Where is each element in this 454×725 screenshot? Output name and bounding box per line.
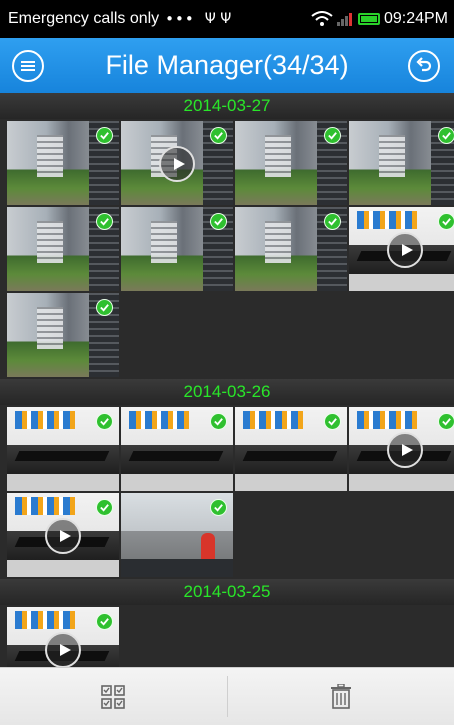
photo-thumbnail[interactable] (235, 407, 347, 491)
select-all-button[interactable] (0, 668, 227, 725)
play-icon (387, 232, 423, 268)
undo-icon (416, 57, 432, 72)
date-header: 2014-03-27 (0, 93, 454, 119)
check-icon (96, 413, 113, 430)
check-icon (324, 413, 341, 430)
delete-button[interactable] (228, 668, 454, 725)
video-thumbnail[interactable] (349, 207, 454, 291)
battery-icon (357, 13, 380, 25)
file-list: 2014-03-27 2014-03-26 2014-03-25 (0, 93, 454, 667)
play-icon (387, 432, 423, 468)
status-bar: Emergency calls only ••• Ψ Ψ 09:24PM (0, 0, 454, 38)
page-title: File Manager(34/34) (105, 50, 349, 80)
check-icon (438, 413, 454, 430)
usb-icon: Ψ Ψ (204, 11, 232, 27)
clock: 09:24PM (383, 10, 448, 27)
menu-button[interactable] (12, 50, 44, 82)
photo-thumbnail[interactable] (7, 121, 119, 205)
photo-thumbnail[interactable] (235, 121, 347, 205)
check-icon (96, 613, 113, 630)
check-icon (324, 127, 341, 144)
check-icon (210, 213, 227, 230)
photo-thumbnail[interactable] (349, 121, 454, 205)
date-header: 2014-03-25 (0, 579, 454, 605)
check-icon (96, 127, 113, 144)
video-thumbnail[interactable] (349, 407, 454, 491)
carrier-text: Emergency calls only (8, 10, 160, 27)
check-icon (210, 127, 227, 144)
photo-thumbnail[interactable] (121, 493, 233, 577)
trash-icon (330, 683, 351, 709)
video-thumbnail[interactable] (121, 121, 233, 205)
photo-thumbnail[interactable] (7, 207, 119, 291)
video-thumbnail[interactable] (7, 493, 119, 577)
menu-icon (21, 61, 35, 71)
bottom-toolbar (0, 667, 454, 725)
play-icon (45, 518, 81, 554)
photo-thumbnail[interactable] (235, 207, 347, 291)
photo-thumbnail[interactable] (121, 407, 233, 491)
thumbnail-grid (0, 119, 454, 379)
back-button[interactable] (408, 50, 440, 82)
select-all-grid-icon (101, 684, 126, 709)
check-icon (438, 213, 454, 230)
photo-thumbnail[interactable] (121, 207, 233, 291)
photo-thumbnail[interactable] (7, 407, 119, 491)
title-bar: File Manager(34/34) (0, 38, 454, 93)
thumbnail-grid (0, 405, 454, 579)
wifi-icon (311, 11, 333, 26)
check-icon (324, 213, 341, 230)
check-icon (438, 127, 454, 144)
play-icon (159, 146, 195, 182)
notification-dots: ••• (165, 10, 195, 28)
check-icon (210, 499, 227, 516)
play-icon (45, 632, 81, 667)
photo-thumbnail[interactable] (7, 293, 119, 377)
thumbnail-grid (0, 605, 454, 667)
check-icon (96, 499, 113, 516)
video-thumbnail[interactable] (7, 607, 119, 667)
date-header: 2014-03-26 (0, 379, 454, 405)
signal-icon (336, 12, 352, 26)
check-icon (96, 213, 113, 230)
check-icon (210, 413, 227, 430)
check-icon (96, 299, 113, 316)
